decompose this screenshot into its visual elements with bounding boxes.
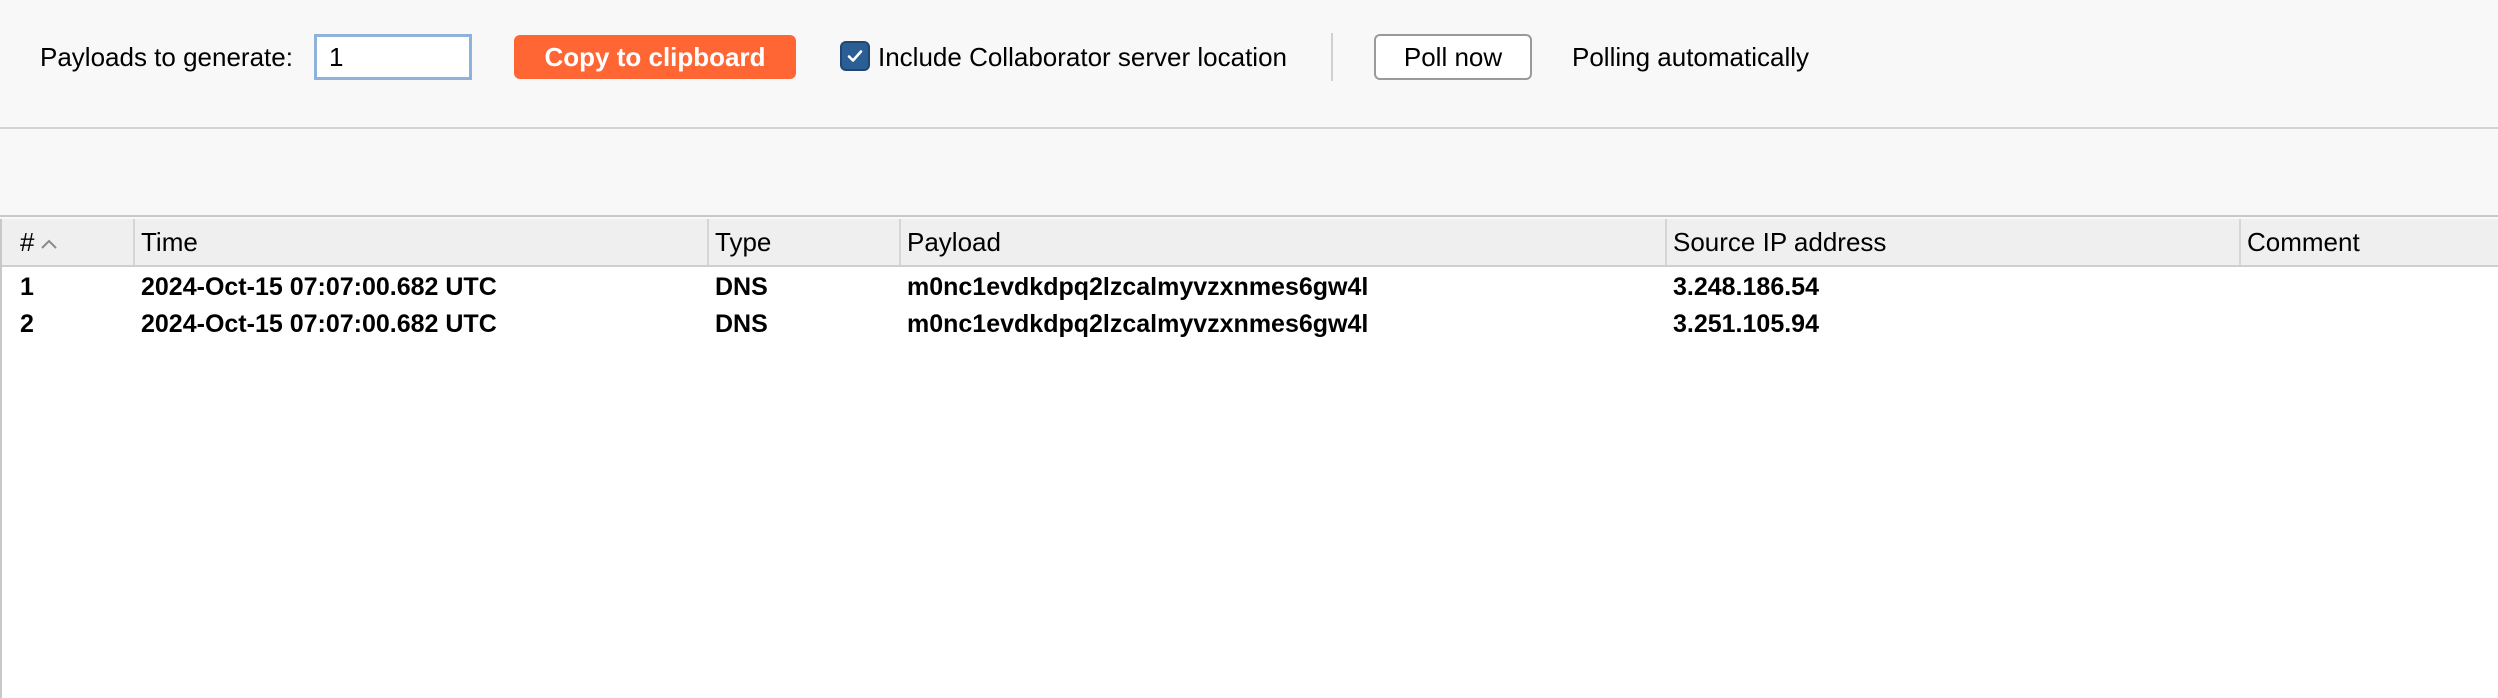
column-header-type[interactable]: Type (709, 219, 901, 265)
toolbar-separator (1331, 33, 1333, 81)
poll-now-button[interactable]: Poll now (1374, 34, 1532, 80)
row-number: 2 (20, 310, 34, 338)
payloads-count-input[interactable] (314, 34, 472, 80)
row-type: DNS (715, 310, 768, 338)
sort-ascending-icon (41, 239, 58, 249)
collaborator-toolbar: Payloads to generate: Copy to clipboard … (0, 0, 2498, 129)
row-payload: m0nc1evdkdpq2lzcalmyvzxnmes6gw4l (907, 310, 1369, 338)
row-source-ip: 3.248.186.54 (1673, 273, 1819, 301)
column-header-comment[interactable]: Comment (2241, 219, 2498, 265)
include-location-label[interactable]: Include Collaborator server location (878, 42, 1287, 72)
include-location-checkbox[interactable] (840, 41, 870, 71)
polling-status-text: Polling automatically (1572, 42, 1810, 72)
column-header-time[interactable]: Time (135, 219, 709, 265)
interactions-table: # Time Type Payload Source IP address Co… (0, 219, 2498, 698)
row-comment[interactable] (2241, 306, 2498, 343)
table-row[interactable]: 2 2024-Oct-15 07:07:00.682 UTC DNS m0nc1… (2, 306, 2498, 343)
row-source-ip: 3.251.105.94 (1673, 310, 1819, 338)
row-payload: m0nc1evdkdpq2lzcalmyvzxnmes6gw4l (907, 273, 1369, 301)
column-header-payload[interactable]: Payload (901, 219, 1667, 265)
table-row[interactable]: 1 2024-Oct-15 07:07:00.682 UTC DNS m0nc1… (2, 269, 2498, 306)
checkmark-icon (847, 50, 863, 62)
table-header: # Time Type Payload Source IP address Co… (2, 219, 2498, 267)
column-header-source-ip[interactable]: Source IP address (1667, 219, 2241, 265)
column-header-number[interactable]: # (14, 219, 135, 265)
row-number: 1 (20, 273, 34, 301)
column-header-number-label: # (20, 227, 35, 257)
row-comment[interactable] (2241, 269, 2498, 306)
row-type: DNS (715, 273, 768, 301)
row-time: 2024-Oct-15 07:07:00.682 UTC (141, 273, 497, 301)
row-time: 2024-Oct-15 07:07:00.682 UTC (141, 310, 497, 338)
payloads-to-generate-label: Payloads to generate: (40, 42, 293, 72)
filter-band (0, 131, 2498, 217)
copy-to-clipboard-button[interactable]: Copy to clipboard (514, 35, 796, 79)
